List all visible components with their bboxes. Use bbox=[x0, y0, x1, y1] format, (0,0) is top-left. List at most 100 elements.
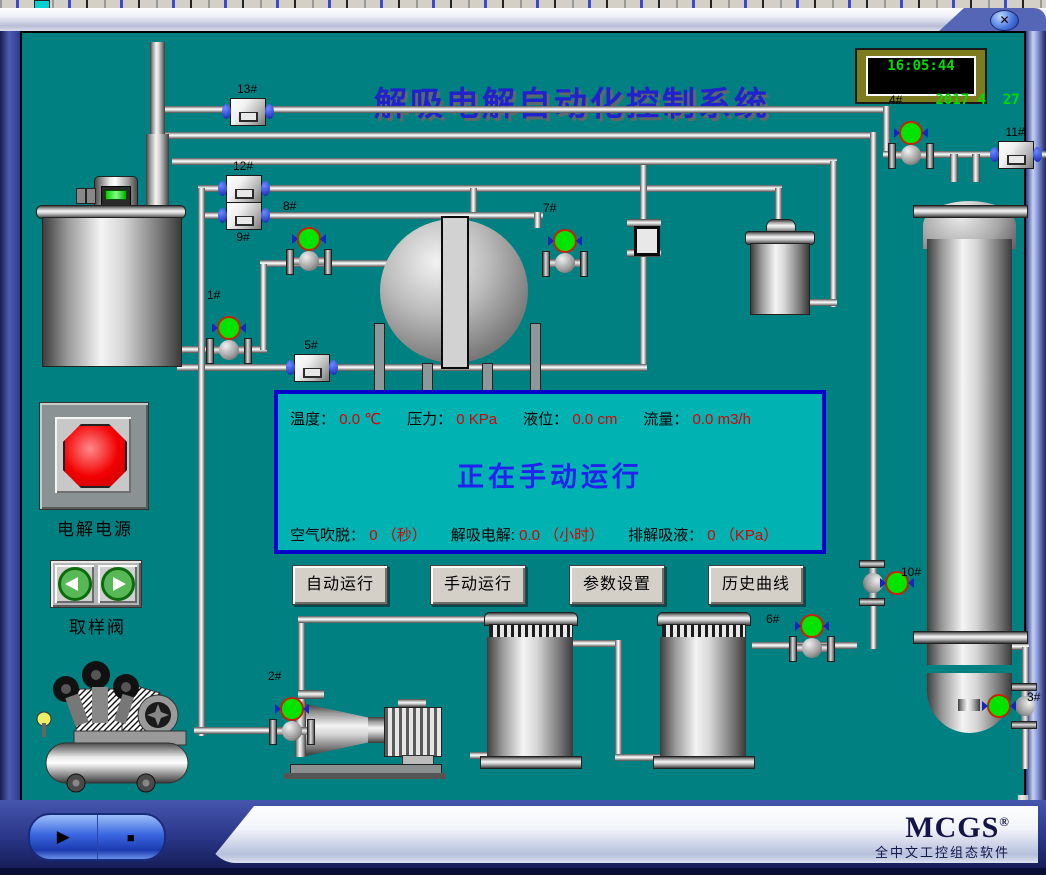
valve-label: 6# bbox=[766, 612, 779, 626]
ball-valve-body bbox=[286, 249, 332, 273]
column-nozzle bbox=[950, 154, 958, 182]
valve-label: 13# bbox=[217, 82, 277, 96]
power-button-bezel bbox=[39, 402, 149, 510]
mcgs-runtime-window: ✕ 解吸电解自动化控制系统 16:05:44 2017 4 27 bbox=[0, 0, 1046, 875]
gate-valve-body bbox=[294, 354, 330, 382]
auto-run-button[interactable]: 自动运行 bbox=[292, 565, 388, 605]
pipe-segment bbox=[159, 132, 875, 139]
column-bottom-flange bbox=[913, 631, 1028, 644]
tank-a-base bbox=[480, 756, 582, 769]
gate-valve-body bbox=[998, 141, 1034, 169]
pipe-segment bbox=[570, 640, 620, 647]
reading-item: 液位： 0.0 cm bbox=[523, 408, 617, 429]
filter-vessel bbox=[750, 243, 810, 315]
valve-label: 8# bbox=[283, 199, 296, 213]
column-outlet bbox=[958, 699, 980, 711]
pipe-segment bbox=[298, 616, 490, 623]
valve-label: 12# bbox=[213, 159, 273, 173]
valve-label: 10# bbox=[901, 565, 921, 579]
ball-valve-body bbox=[269, 719, 315, 743]
electrolysis-column bbox=[927, 239, 1012, 665]
valve-status-lamp bbox=[297, 227, 321, 251]
gate-valve-body bbox=[226, 175, 262, 203]
reading-item: 流量： 0.0 m3/h bbox=[643, 408, 751, 429]
gate-valve-body bbox=[226, 202, 262, 230]
window-top-band bbox=[0, 8, 1046, 33]
valve-status-lamp bbox=[280, 697, 304, 721]
brand-swoosh: MCGS® 全中文工控组态软件 bbox=[208, 806, 1038, 863]
close-icon[interactable]: ✕ bbox=[990, 10, 1019, 31]
valve-label: 1# bbox=[207, 288, 220, 302]
valve-label: 7# bbox=[543, 201, 556, 215]
pipe-segment bbox=[470, 188, 477, 212]
pump-shaft bbox=[368, 717, 384, 743]
ball-valve-body bbox=[542, 251, 588, 275]
process-timers-row: 空气吹脱： 0 （秒） 解吸电解: 0.0 （小时） 排解吸液： 0 （KPa） bbox=[278, 494, 822, 545]
tank-b-base bbox=[653, 756, 755, 769]
sight-glass-meter bbox=[627, 219, 661, 257]
sample-valve-right-button[interactable] bbox=[98, 565, 137, 603]
pump-volute bbox=[306, 704, 368, 756]
window-frame-bottom bbox=[0, 868, 1046, 875]
pipe-segment bbox=[198, 185, 782, 192]
mcgs-logo: MCGS® bbox=[905, 808, 1010, 842]
air-compressor bbox=[30, 643, 200, 793]
storage-tank-b bbox=[660, 637, 746, 757]
sampling-valve-label: 取样阀 bbox=[69, 613, 126, 638]
timer-item: 排解吸液： 0 （KPa） bbox=[628, 524, 778, 545]
pipe-segment bbox=[615, 640, 622, 760]
valve-status-lamp bbox=[217, 316, 241, 340]
play-button[interactable]: ▶ bbox=[30, 815, 98, 859]
valve-label: 9# bbox=[213, 230, 273, 244]
status-panel: 温度： 0.0 ℃ 压力： 0 KPa 液位： 0.0 cm 流量： 0.0 m3/h… bbox=[274, 390, 826, 554]
param-setting-button[interactable]: 参数设置 bbox=[569, 565, 665, 605]
pipe-segment bbox=[177, 364, 647, 371]
reading-item: 压力： 0 KPa bbox=[407, 408, 497, 429]
pipe-segment bbox=[640, 165, 647, 370]
valve-status-lamp bbox=[553, 229, 577, 253]
history-curve-button[interactable]: 历史曲线 bbox=[708, 565, 804, 605]
arrow-right-icon bbox=[101, 567, 135, 601]
valve-label: 4# bbox=[889, 93, 902, 107]
stop-button[interactable]: ■ bbox=[98, 815, 165, 859]
valve-label: 5# bbox=[281, 338, 341, 352]
pump-base-plate bbox=[284, 773, 446, 779]
sphere-stand-leg bbox=[374, 323, 385, 399]
ball-valve-body bbox=[206, 338, 252, 362]
stirred-tank bbox=[42, 217, 182, 367]
reactor-center-column bbox=[441, 216, 469, 369]
timer-item: 空气吹脱： 0 （秒） bbox=[290, 524, 427, 545]
valve-label: 2# bbox=[268, 669, 281, 683]
sample-valve-left-button[interactable] bbox=[55, 565, 94, 603]
valve-label: 11# bbox=[985, 125, 1045, 139]
sphere-stand-leg bbox=[530, 323, 541, 399]
pipe-segment bbox=[260, 264, 267, 350]
column-top-flange bbox=[913, 205, 1028, 218]
valve-label: 3# bbox=[1027, 690, 1040, 704]
window-frame-left bbox=[0, 31, 20, 800]
storage-tank-a bbox=[487, 637, 573, 757]
pump-motor-cap bbox=[398, 699, 426, 707]
valve-status-lamp bbox=[899, 121, 923, 145]
gate-valve-body bbox=[230, 98, 266, 126]
process-readings-row: 温度： 0.0 ℃ 压力： 0 KPa 液位： 0.0 cm 流量： 0.0 m3/h bbox=[278, 394, 822, 429]
motor-status-lamp bbox=[105, 190, 127, 200]
electrolysis-power-button[interactable] bbox=[63, 424, 127, 488]
mcgs-tagline: 全中文工控组态软件 bbox=[875, 842, 1010, 861]
manual-run-button[interactable]: 手动运行 bbox=[430, 565, 526, 605]
pipe-segment bbox=[534, 212, 541, 228]
scada-canvas: 解吸电解自动化控制系统 16:05:44 2017 4 27 bbox=[20, 31, 1026, 802]
ball-valve-body bbox=[789, 636, 835, 660]
run-control-pill: ▶ ■ bbox=[28, 813, 166, 861]
sampling-valve-control bbox=[50, 560, 142, 608]
pipe-segment bbox=[830, 161, 837, 307]
reading-item: 温度： 0.0 ℃ bbox=[290, 408, 381, 429]
valve-status-lamp bbox=[800, 614, 824, 638]
chimney-base bbox=[146, 134, 169, 206]
pump-motor bbox=[384, 707, 442, 757]
valve-status-lamp bbox=[987, 694, 1011, 718]
timer-item: 解吸电解: 0.0 （小时） bbox=[451, 524, 604, 545]
power-button-plate bbox=[55, 417, 131, 493]
page-title: 解吸电解自动化控制系统 bbox=[322, 77, 822, 125]
run-mode-status: 正在手动运行 bbox=[278, 455, 822, 494]
